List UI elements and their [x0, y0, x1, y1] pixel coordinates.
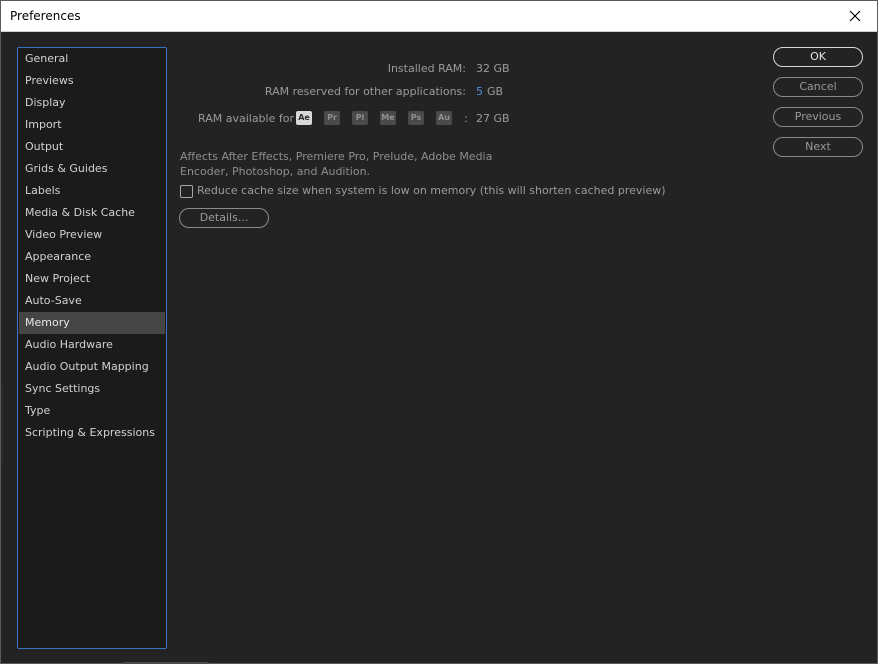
sidebar-item-audio-hardware[interactable]: Audio Hardware — [19, 334, 165, 356]
ram-available-value: 27 GB — [476, 112, 510, 125]
sidebar-item-appearance[interactable]: Appearance — [19, 246, 165, 268]
sidebar-item-display[interactable]: Display — [19, 92, 165, 114]
sidebar-item-labels[interactable]: Labels — [19, 180, 165, 202]
memory-description: Affects After Effects, Premiere Pro, Pre… — [180, 150, 493, 178]
sidebar-item-import[interactable]: Import — [19, 114, 165, 136]
installed-ram-value: 32 GB — [476, 62, 510, 75]
sidebar-item-sync-settings[interactable]: Sync Settings — [19, 378, 165, 400]
previous-button[interactable]: Previous — [773, 107, 863, 127]
sidebar-item-scripting-expressions[interactable]: Scripting & Expressions — [19, 422, 165, 444]
ram-reserved-label: RAM reserved for other applications: — [264, 85, 466, 98]
preferences-sidebar: General Previews Display Import Output G… — [17, 47, 167, 649]
cancel-button[interactable]: Cancel — [773, 77, 863, 97]
scroll-edge — [1, 383, 3, 463]
sidebar-item-previews[interactable]: Previews — [19, 70, 165, 92]
media-encoder-badge: Me — [380, 111, 396, 125]
sidebar-item-audio-output-mapping[interactable]: Audio Output Mapping — [19, 356, 165, 378]
sidebar-item-auto-save[interactable]: Auto-Save — [19, 290, 165, 312]
sidebar-item-video-preview[interactable]: Video Preview — [19, 224, 165, 246]
audition-badge: Au — [436, 111, 452, 125]
details-button[interactable]: Details... — [179, 208, 269, 228]
installed-ram-label: Installed RAM: — [387, 62, 466, 75]
reduce-cache-label[interactable]: Reduce cache size when system is low on … — [197, 184, 666, 197]
sidebar-item-memory[interactable]: Memory — [19, 312, 165, 334]
prelude-badge: Pl — [352, 111, 368, 125]
ram-reserved-value[interactable]: 5 — [476, 85, 483, 98]
next-button[interactable]: Next — [773, 137, 863, 157]
close-icon — [849, 10, 861, 22]
ram-available-label: RAM available for — [198, 112, 294, 125]
sidebar-item-new-project[interactable]: New Project — [19, 268, 165, 290]
title-bar: Preferences — [1, 1, 877, 32]
ram-reserved-unit: GB — [487, 85, 504, 98]
close-button[interactable] — [833, 1, 877, 31]
preferences-dialog: Preferences General Previews Display Imp… — [0, 0, 878, 664]
ok-button[interactable]: OK — [773, 47, 863, 67]
sidebar-item-general[interactable]: General — [19, 48, 165, 70]
sidebar-item-media-disk-cache[interactable]: Media & Disk Cache — [19, 202, 165, 224]
sidebar-item-type[interactable]: Type — [19, 400, 165, 422]
ram-available-separator: : — [464, 112, 468, 125]
window-title: Preferences — [10, 9, 81, 23]
reduce-cache-checkbox[interactable] — [180, 185, 193, 198]
photoshop-badge: Ps — [408, 111, 424, 125]
after-effects-badge: Ae — [296, 111, 312, 125]
premiere-pro-badge: Pr — [324, 111, 340, 125]
sidebar-item-output[interactable]: Output — [19, 136, 165, 158]
sidebar-item-grids-guides[interactable]: Grids & Guides — [19, 158, 165, 180]
